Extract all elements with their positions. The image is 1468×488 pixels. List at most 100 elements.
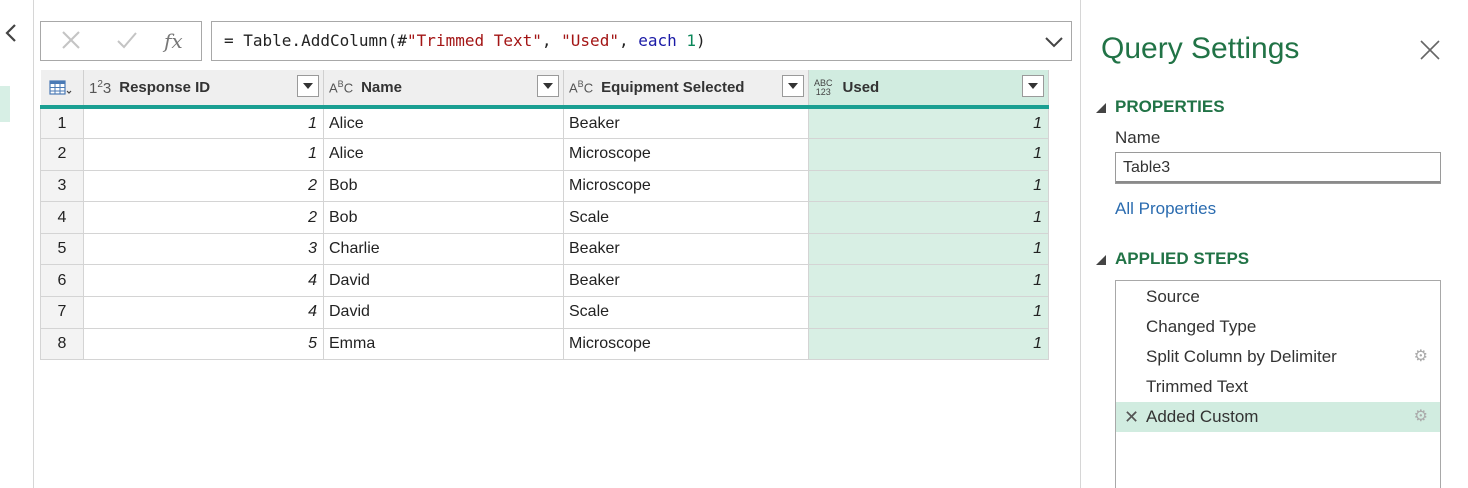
whole-number-type-icon[interactable]: 123 bbox=[89, 79, 111, 97]
cell-used[interactable]: 1 bbox=[808, 232, 1049, 266]
close-icon[interactable] bbox=[1418, 38, 1442, 62]
data-preview-grid: 123 Response ID ABC Name ABC Equipment S… bbox=[40, 70, 1049, 361]
cell-used[interactable]: 1 bbox=[808, 201, 1049, 234]
table-row: 3 2 Bob Microscope 1 bbox=[40, 169, 1049, 203]
cell-name[interactable]: David bbox=[323, 296, 564, 329]
properties-section-heading: PROPERTIES bbox=[1115, 97, 1225, 116]
text-type-icon[interactable]: ABC bbox=[569, 79, 593, 95]
cell-name[interactable]: Alice bbox=[323, 106, 564, 140]
step-label: Split Column by Delimiter bbox=[1146, 347, 1337, 366]
cell-response-id[interactable]: 4 bbox=[83, 264, 324, 298]
step-label: Added Custom bbox=[1146, 407, 1259, 426]
cell-equipment[interactable]: Scale bbox=[563, 201, 809, 234]
column-header-label: Equipment Selected bbox=[601, 79, 745, 96]
table-menu-icon[interactable] bbox=[48, 71, 84, 104]
column-header-equipment-selected[interactable]: ABC Equipment Selected bbox=[563, 70, 809, 109]
formula-keyword: each bbox=[638, 31, 677, 50]
table-row: 2 1 Alice Microscope 1 bbox=[40, 138, 1049, 171]
formula-suffix: ) bbox=[696, 31, 706, 50]
cell-used[interactable]: 1 bbox=[808, 296, 1049, 329]
cell-used[interactable]: 1 bbox=[808, 169, 1049, 203]
applied-step-split-column[interactable]: Split Column by Delimiter ⚙ bbox=[1116, 342, 1440, 372]
cell-name[interactable]: David bbox=[323, 264, 564, 298]
row-number: 2 bbox=[40, 138, 84, 171]
cell-used[interactable]: 1 bbox=[808, 138, 1049, 171]
queries-pane-selection-marker bbox=[0, 86, 10, 122]
applied-step-source[interactable]: Source bbox=[1116, 282, 1440, 312]
table-row: 6 4 David Beaker 1 bbox=[40, 264, 1049, 298]
cell-used[interactable]: 1 bbox=[808, 264, 1049, 298]
row-number: 1 bbox=[40, 106, 84, 140]
filter-dropdown-icon[interactable] bbox=[537, 75, 559, 97]
applied-step-changed-type[interactable]: Changed Type bbox=[1116, 312, 1440, 342]
cell-name[interactable]: Alice bbox=[323, 138, 564, 171]
applied-steps-heading: APPLIED STEPS bbox=[1115, 249, 1250, 268]
cell-response-id[interactable]: 1 bbox=[83, 138, 324, 171]
row-number: 4 bbox=[40, 201, 84, 234]
cell-response-id[interactable]: 4 bbox=[83, 296, 324, 329]
row-number: 8 bbox=[40, 327, 84, 361]
gear-icon[interactable]: ⚙ bbox=[1414, 408, 1428, 426]
step-label: Source bbox=[1146, 287, 1200, 306]
cell-name[interactable]: Emma bbox=[323, 327, 564, 361]
cell-name[interactable]: Bob bbox=[323, 169, 564, 203]
cell-name[interactable]: Charlie bbox=[323, 232, 564, 266]
row-number: 7 bbox=[40, 296, 84, 329]
text-type-icon[interactable]: ABC bbox=[329, 79, 353, 95]
filter-dropdown-icon[interactable] bbox=[297, 75, 319, 97]
collapse-triangle-icon[interactable] bbox=[1094, 253, 1108, 272]
header-row: 123 Response ID ABC Name ABC Equipment S… bbox=[40, 70, 1049, 109]
filter-dropdown-icon[interactable] bbox=[1022, 75, 1044, 97]
step-label: Trimmed Text bbox=[1146, 377, 1249, 396]
row-number: 6 bbox=[40, 264, 84, 298]
fx-icon[interactable]: fx bbox=[164, 28, 190, 54]
cell-equipment[interactable]: Beaker bbox=[563, 106, 809, 140]
column-header-response-id[interactable]: 123 Response ID bbox=[83, 70, 324, 109]
applied-step-trimmed-text[interactable]: Trimmed Text bbox=[1116, 372, 1440, 402]
cell-response-id[interactable]: 1 bbox=[83, 106, 324, 140]
cell-equipment[interactable]: Scale bbox=[563, 296, 809, 329]
row-number: 5 bbox=[40, 232, 84, 266]
formula-separator: , bbox=[618, 31, 639, 50]
chevron-down-icon[interactable] bbox=[1042, 30, 1066, 54]
formula-text-prefix: = Table.AddColumn(# bbox=[224, 31, 408, 50]
cell-name[interactable]: Bob bbox=[323, 201, 564, 234]
gear-icon[interactable]: ⚙ bbox=[1414, 348, 1428, 366]
cell-used[interactable]: 1 bbox=[808, 106, 1049, 140]
cell-response-id[interactable]: 3 bbox=[83, 232, 324, 266]
table-row: 8 5 Emma Microscope 1 bbox=[40, 327, 1049, 361]
column-header-label: Used bbox=[842, 79, 880, 96]
cell-used[interactable]: 1 bbox=[808, 327, 1049, 361]
cell-response-id[interactable]: 2 bbox=[83, 201, 324, 234]
all-properties-link[interactable]: All Properties bbox=[1115, 199, 1216, 219]
formula-string-arg: "Used" bbox=[561, 31, 619, 50]
column-header-label: Name bbox=[361, 79, 402, 96]
chevron-left-icon[interactable] bbox=[4, 22, 24, 46]
cell-equipment[interactable]: Microscope bbox=[563, 327, 809, 361]
cell-response-id[interactable]: 2 bbox=[83, 169, 324, 203]
column-header-used[interactable]: ABC 123 Used bbox=[808, 70, 1049, 109]
delete-step-icon[interactable]: ✕ bbox=[1124, 402, 1139, 432]
cancel-icon[interactable] bbox=[58, 28, 84, 54]
cell-equipment[interactable]: Microscope bbox=[563, 169, 809, 203]
column-header-label: Response ID bbox=[119, 79, 211, 96]
cell-equipment[interactable]: Beaker bbox=[563, 232, 809, 266]
formula-space bbox=[677, 31, 687, 50]
table-row: 1 1 Alice Beaker 1 bbox=[40, 106, 1049, 140]
formula-input[interactable]: = Table.AddColumn(#"Trimmed Text", "Used… bbox=[211, 21, 1072, 61]
table-menu-corner[interactable] bbox=[40, 70, 84, 109]
column-header-name[interactable]: ABC Name bbox=[323, 70, 564, 109]
cell-equipment[interactable]: Beaker bbox=[563, 264, 809, 298]
collapse-triangle-icon[interactable] bbox=[1094, 101, 1108, 120]
cell-response-id[interactable]: 5 bbox=[83, 327, 324, 361]
formula-string-arg: "Trimmed Text" bbox=[407, 31, 542, 50]
check-icon[interactable] bbox=[114, 28, 140, 54]
cell-equipment[interactable]: Microscope bbox=[563, 138, 809, 171]
queries-pane-collapsed bbox=[0, 0, 34, 488]
filter-dropdown-icon[interactable] bbox=[782, 75, 804, 97]
query-name-input[interactable]: Table3 bbox=[1115, 152, 1441, 184]
any-type-icon[interactable]: ABC 123 bbox=[814, 78, 833, 97]
step-label: Changed Type bbox=[1146, 317, 1257, 336]
applied-step-added-custom[interactable]: ✕ Added Custom ⚙ bbox=[1116, 402, 1440, 432]
formula-number: 1 bbox=[686, 31, 697, 50]
